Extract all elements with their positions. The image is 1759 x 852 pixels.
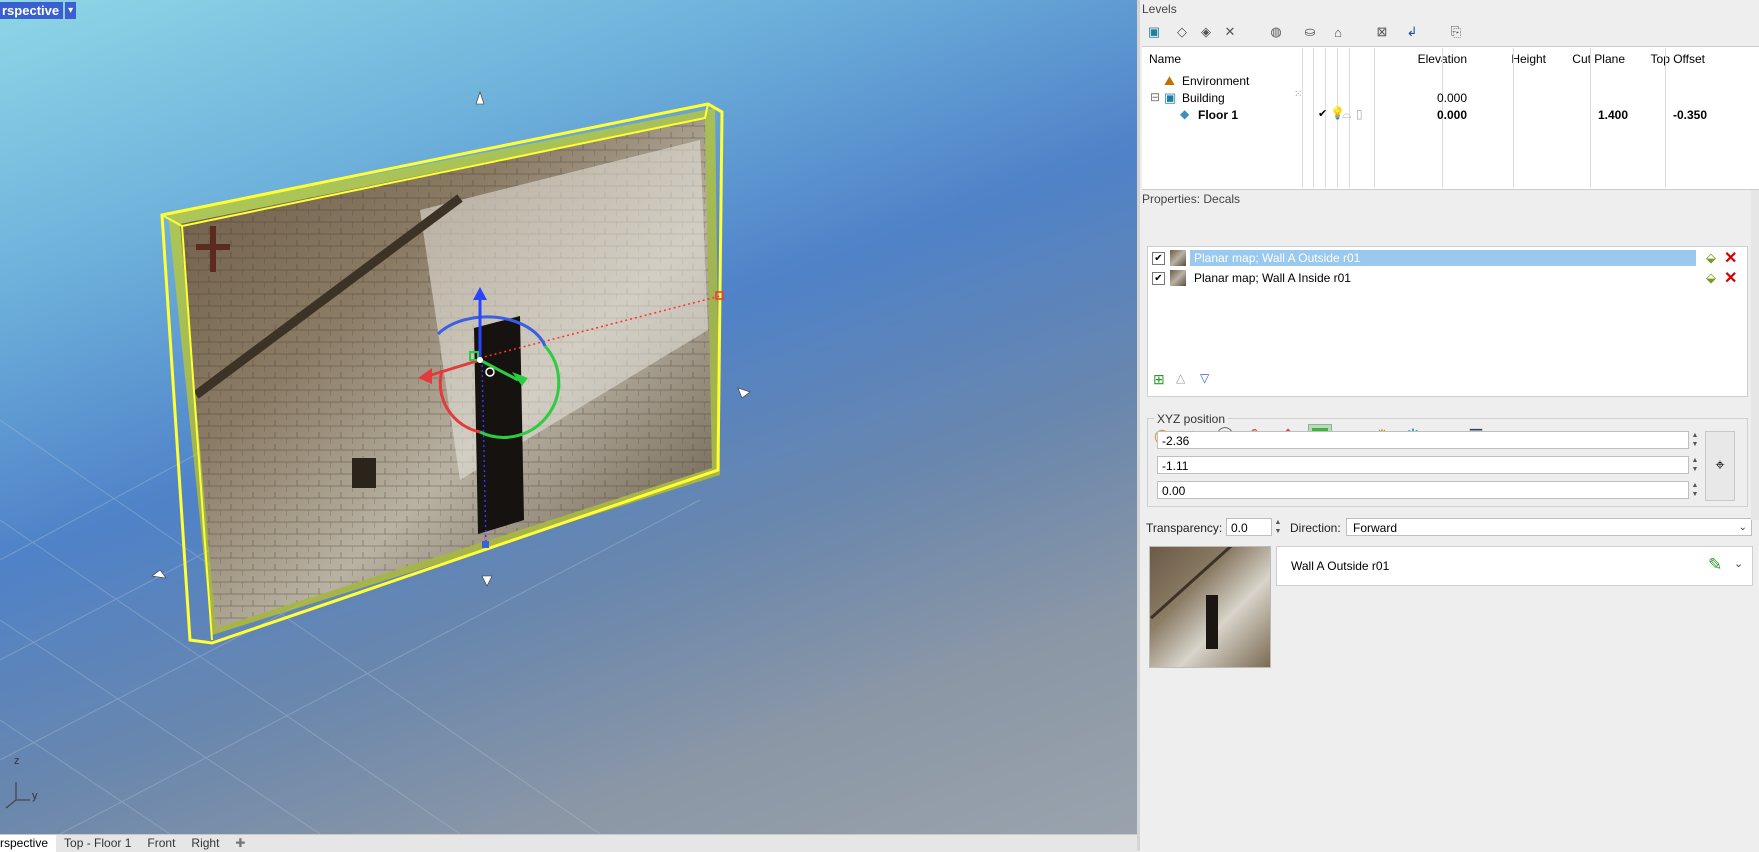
scale-handle-icon[interactable] [475,91,485,105]
edit-decal-icon[interactable]: ⬙ [1706,270,1716,286]
elevation-value: 0.000 [1436,91,1467,105]
layer-dots-icon[interactable]: ⁙ [1294,89,1302,100]
decal-label[interactable]: Planar map; Wall A Inside r01 [1194,270,1351,286]
list-item[interactable]: ✔ Planar map; Wall A Inside r01 ⬙ ✕ [1148,269,1747,287]
column-header-top-offset[interactable]: Top Offset [1628,52,1705,66]
properties-tab-strip: ◉ ◌ ⓘ ✎ ❖ ⊍ ✹ ❋ ▰ ☰ [1140,210,1759,448]
right-panel: Levels ▣ ◇ ◈ ✕ ◍ ⛀ ⌂ ⊠ ↲ ⎘ Name Elevatio… [1140,0,1759,851]
texture-name: Wall A Outside r01 [1291,559,1390,573]
fit-icon[interactable]: ⊠ [1372,22,1392,42]
current-check-icon[interactable]: ✔ [1318,107,1327,120]
viewport-title[interactable]: rspective ▾ [0,0,77,20]
floor-icon: ◆ [1180,107,1190,121]
layer-icon[interactable]: ◍ [1266,22,1286,42]
cut-plane-value: 1.400 [1597,108,1628,122]
building-icon: ▣ [1164,90,1177,105]
decal-checkbox[interactable]: ✔ [1152,252,1165,265]
chevron-down-icon[interactable]: ⌄ [1734,557,1743,570]
level-above-icon[interactable]: ◈ [1196,22,1216,42]
table-row[interactable]: ◆ Floor 1 ✔ 💡 ⌓ ▯ 0.000 1.400 -0.350 [1142,106,1742,123]
spinner-icon[interactable]: ▲ ▼ [1273,518,1283,536]
add-decal-icon[interactable]: ⊞ [1153,371,1165,388]
remove-decal-icon[interactable]: ✕ [1724,248,1737,268]
spinner-icon[interactable]: ▲ ▼ [1690,431,1700,449]
viewport-canvas[interactable] [0,0,1137,834]
chevron-down-icon[interactable]: ⌄ [1739,519,1747,537]
move-up-icon[interactable]: △ [1176,371,1185,385]
direction-label: Direction: [1290,521,1341,535]
top-offset-value: -0.350 [1672,108,1707,122]
edit-pencil-icon[interactable]: ✎ [1708,555,1722,575]
properties-title: Properties: Decals [1142,192,1241,206]
z-position-field[interactable]: 0.00 [1157,481,1689,499]
move-down-icon[interactable]: ▽ [1200,371,1209,385]
axis-y-label: y [32,790,38,802]
collapse-icon[interactable]: ⊟ [1150,90,1160,104]
y-position-field[interactable]: -1.11 [1157,456,1689,474]
decal-thumbnail [1170,270,1186,286]
lock-icon[interactable]: ⛀ [1300,22,1320,42]
level-name: Environment [1182,74,1250,88]
tab-perspective[interactable]: rspective [0,835,57,852]
decal-label[interactable]: Planar map; Wall A Outside r01 [1190,250,1696,266]
world-axes-icon [5,782,30,809]
table-row[interactable]: ⛰ Environment [1142,72,1742,89]
spinner-icon[interactable]: ▲ ▼ [1690,481,1700,499]
xyz-label: XYZ position [1154,412,1229,426]
decal-checkbox[interactable]: ✔ [1152,272,1165,285]
decal-list: ✔ Planar map; Wall A Outside r01 ⬙ ✕ ✔ P… [1147,246,1748,397]
column-header-height[interactable]: Height [1475,52,1546,66]
column-header-name[interactable]: Name [1149,52,1181,66]
lock-icon[interactable]: ⌓ [1342,107,1352,122]
direction-value: Forward [1353,521,1398,535]
scale-handle-icon[interactable] [737,387,751,399]
list-item[interactable]: ✔ Planar map; Wall A Outside r01 ⬙ ✕ [1148,249,1747,267]
column-header-cut-plane[interactable]: Cut Plane [1545,52,1625,66]
new-level-icon[interactable]: ◇ [1172,22,1192,42]
direction-select[interactable]: Forward ⌄ [1346,518,1752,536]
spinner-icon[interactable]: ▲ ▼ [1690,456,1700,474]
levels-toolbar: ▣ ◇ ◈ ✕ ◍ ⛀ ⌂ ⊠ ↲ ⎘ [1140,20,1759,46]
print-icon[interactable]: ▯ [1356,107,1363,121]
tab-top-floor-1[interactable]: Top - Floor 1 [56,835,139,852]
delete-icon[interactable]: ✕ [1220,22,1240,42]
table-row[interactable]: ⊟ ▣ Building ⁙ 0.000 [1142,89,1742,106]
tab-right[interactable]: Right [183,835,227,852]
texture-thumbnail[interactable] [1149,546,1271,668]
side-tab-strip[interactable] [1751,190,1759,520]
level-name: Floor 1 [1198,108,1239,122]
viewport-name[interactable]: rspective [0,1,64,19]
perspective-viewport[interactable]: z y rspective ▾ [0,0,1137,834]
new-building-icon[interactable]: ▣ [1144,22,1164,42]
decal-thumbnail [1170,250,1186,266]
level-name: Building [1182,91,1225,105]
levels-title: Levels [1142,2,1177,16]
cursor-pick-icon: ⌖ [1715,457,1725,474]
pick-point-button[interactable]: ⌖ [1705,431,1735,501]
elevation-value: 0.000 [1436,108,1467,122]
export-icon[interactable]: ⎘ [1446,22,1466,42]
set-current-icon[interactable]: ↲ [1402,22,1422,42]
x-position-field[interactable]: -2.36 [1157,431,1689,449]
transparency-label: Transparency: [1146,521,1223,535]
scale-handle-icon[interactable] [481,575,493,587]
tab-front[interactable]: Front [139,835,183,852]
edit-decal-icon[interactable]: ⬙ [1706,250,1716,266]
chevron-down-icon[interactable]: ▾ [65,1,77,19]
texture-selector[interactable]: Wall A Outside r01 ✎ ⌄ [1276,546,1753,586]
viewport-tabs: rspective Top - Floor 1 Front Right ✚ [0,834,1137,852]
column-header-elevation[interactable]: Elevation [1407,52,1467,66]
environment-icon: ⛰ [1164,73,1175,88]
transparency-field[interactable]: 0.0 [1226,518,1272,536]
axis-z-label: z [14,755,20,767]
remove-decal-icon[interactable]: ✕ [1724,268,1737,288]
building-icon[interactable]: ⌂ [1328,22,1348,42]
plus-icon[interactable]: ✚ [227,835,253,852]
